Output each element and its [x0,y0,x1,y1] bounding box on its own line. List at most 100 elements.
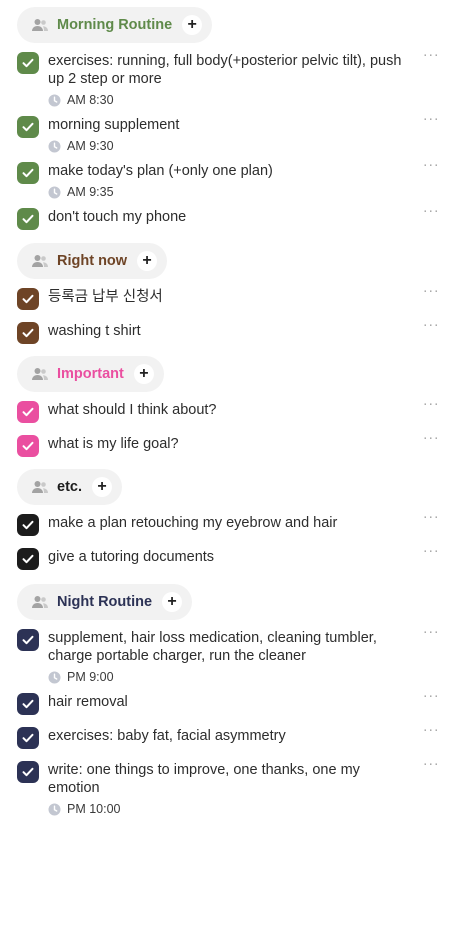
section-important: Important + what should I think about? ·… [17,356,463,457]
section-title: Important [57,366,124,382]
section-header[interactable]: Important + [17,356,164,392]
clock-icon [48,671,61,684]
task-checkbox[interactable] [17,116,39,138]
task-body: morning supplement AM 9:30 [48,116,413,153]
task-checkbox[interactable] [17,727,39,749]
section-header[interactable]: Morning Routine + [17,7,213,43]
task-text: morning supplement [48,117,180,133]
add-task-button[interactable]: + [137,251,158,271]
clock-icon [48,803,61,816]
task-body: give a tutoring documents [48,548,413,566]
section-rightnow: Right now + 등록금 납부 신청서 ··· washing t shi… [17,243,463,344]
more-horizontal-icon[interactable]: ··· [419,202,443,219]
task-item[interactable]: make a plan retouching my eyebrow and ha… [17,508,443,536]
task-item[interactable]: washing t shirt ··· [17,316,443,344]
more-horizontal-icon[interactable]: ··· [419,316,443,333]
plus-icon: + [167,593,177,610]
section-morning: Morning Routine + exercises: running, fu… [17,7,463,230]
task-checkbox[interactable] [17,548,39,570]
section-header[interactable]: Right now + [17,243,168,279]
task-checkbox[interactable] [17,514,39,536]
task-item[interactable]: supplement, hair loss medication, cleani… [17,623,443,684]
task-text: what is my life goal? [48,436,179,452]
task-item[interactable]: don't touch my phone ··· [17,202,443,230]
task-body: what is my life goal? [48,435,413,453]
section-etc: etc. + make a plan retouching my eyebrow… [17,469,463,570]
task-time-label: AM 8:30 [67,93,114,107]
task-body: write: one things to improve, one thanks… [48,761,413,816]
task-item[interactable]: exercises: running, full body(+posterior… [17,46,443,107]
clock-icon [48,140,61,153]
task-item[interactable]: give a tutoring documents ··· [17,542,443,570]
task-checkbox[interactable] [17,761,39,783]
task-text: 등록금 납부 신청서 [48,289,163,305]
task-item[interactable]: what should I think about? ··· [17,395,443,423]
task-item[interactable]: what is my life goal? ··· [17,429,443,457]
task-item[interactable]: 등록금 납부 신청서 ··· [17,282,443,310]
task-text: give a tutoring documents [48,549,215,565]
more-horizontal-icon[interactable]: ··· [419,395,443,412]
task-body: make today's plan (+only one plan) AM 9:… [48,162,413,199]
add-task-button[interactable]: + [92,477,112,497]
task-text: washing t shirt [48,323,141,339]
check-icon [21,56,35,70]
task-item[interactable]: make today's plan (+only one plan) AM 9:… [17,156,443,199]
task-checkbox[interactable] [17,322,39,344]
more-horizontal-icon[interactable]: ··· [419,46,443,63]
task-checkbox[interactable] [17,208,39,230]
more-horizontal-icon[interactable]: ··· [419,110,443,127]
plus-icon: + [97,478,107,495]
task-text: write: one things to improve, one thanks… [48,762,360,796]
task-checkbox[interactable] [17,693,39,715]
more-horizontal-icon[interactable]: ··· [419,282,443,299]
more-horizontal-icon[interactable]: ··· [419,429,443,446]
add-task-button[interactable]: + [162,592,183,612]
task-checkbox[interactable] [17,52,39,74]
task-text: supplement, hair loss medication, cleani… [48,630,377,664]
task-body: what should I think about? [48,401,413,419]
section-title: Night Routine [57,594,153,610]
people-icon [31,480,49,494]
task-checkbox[interactable] [17,629,39,651]
more-horizontal-icon[interactable]: ··· [419,508,443,525]
check-icon [21,166,35,180]
people-icon [31,254,49,268]
add-task-button[interactable]: + [182,15,203,35]
task-item[interactable]: write: one things to improve, one thanks… [17,755,443,816]
task-body: don't touch my phone [48,208,413,226]
section-header[interactable]: Night Routine + [17,584,193,620]
more-horizontal-icon[interactable]: ··· [419,755,443,772]
section-header[interactable]: etc. + [17,469,122,505]
check-icon [21,765,35,779]
task-item[interactable]: exercises: baby fat, facial asymmetry ··… [17,721,443,749]
task-body: washing t shirt [48,322,413,340]
check-icon [21,633,35,647]
people-icon [31,595,49,609]
task-time: AM 9:30 [48,139,413,153]
check-icon [21,212,35,226]
check-icon [21,405,35,419]
task-text: exercises: running, full body(+posterior… [48,53,402,87]
task-item[interactable]: hair removal ··· [17,687,443,715]
task-time: PM 10:00 [48,802,413,816]
check-icon [21,292,35,306]
task-checkbox[interactable] [17,162,39,184]
more-horizontal-icon[interactable]: ··· [419,156,443,173]
people-icon [31,367,49,381]
task-body: exercises: running, full body(+posterior… [48,52,413,107]
plus-icon: + [187,16,197,33]
check-icon [21,552,35,566]
more-horizontal-icon[interactable]: ··· [419,542,443,559]
task-text: make a plan retouching my eyebrow and ha… [48,515,338,531]
task-checkbox[interactable] [17,435,39,457]
task-checkbox[interactable] [17,401,39,423]
task-item[interactable]: morning supplement AM 9:30 ··· [17,110,443,153]
more-horizontal-icon[interactable]: ··· [419,721,443,738]
task-checkbox[interactable] [17,288,39,310]
more-horizontal-icon[interactable]: ··· [419,623,443,640]
section-title: Right now [57,253,128,269]
todo-list: Morning Routine + exercises: running, fu… [0,0,463,928]
add-task-button[interactable]: + [133,364,154,384]
more-horizontal-icon[interactable]: ··· [419,687,443,704]
check-icon [21,697,35,711]
